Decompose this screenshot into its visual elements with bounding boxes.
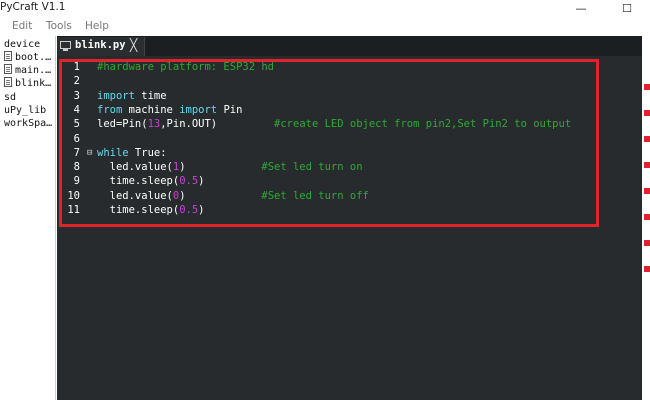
menu-edit[interactable]: Edit xyxy=(12,20,32,32)
code-token: from xyxy=(97,103,123,116)
code-text: while True: xyxy=(97,146,167,160)
code-editor[interactable]: 1 #hardware platform: ESP32 hd 2 3 import ti… xyxy=(57,56,642,400)
marker xyxy=(644,162,650,168)
marker xyxy=(644,214,650,220)
code-token: Pin xyxy=(217,103,243,116)
fold-toggle-icon[interactable]: ⊟ xyxy=(87,146,92,160)
tree-item-label: sd xyxy=(4,92,17,103)
file-icon xyxy=(4,77,12,87)
tree-item-label: workSpa… xyxy=(4,118,53,129)
code-line[interactable]: 5 led=Pin(13,Pin.OUT) #create LED object … xyxy=(57,117,637,131)
marker xyxy=(644,110,650,116)
file-tree: device boot.… main.… blink… sd uPy_lib w… xyxy=(0,36,56,400)
code-token: #hardware platform: ESP32 hd xyxy=(97,61,275,73)
tree-file-blink[interactable]: blink… xyxy=(4,77,51,90)
code-line[interactable]: 11 time.sleep(0.5) xyxy=(57,203,637,217)
tree-item-label: device xyxy=(4,39,41,50)
line-number: 9 xyxy=(73,175,80,188)
tree-item-label: blink… xyxy=(15,78,52,89)
code-line[interactable]: 6 xyxy=(57,132,637,146)
code-token: led=Pin( xyxy=(97,118,148,131)
code-line[interactable]: 2 xyxy=(57,74,637,88)
close-icon[interactable]: ╳ xyxy=(130,38,137,52)
line-number: 10 xyxy=(67,189,80,202)
tree-folder-sd[interactable]: sd xyxy=(4,91,16,104)
marker xyxy=(644,266,650,272)
code-line[interactable]: 10 led.value(0) #Set led turn off xyxy=(57,189,637,203)
code-token: True: xyxy=(128,146,167,159)
code-token: time.sleep( xyxy=(97,204,180,216)
line-number: 5 xyxy=(73,118,80,131)
tree-file-main[interactable]: main.… xyxy=(4,64,51,77)
line-number: 2 xyxy=(73,75,80,88)
code-text: #hardware platform: ESP32 hd xyxy=(97,60,274,74)
code-token: import xyxy=(97,89,135,102)
code-token: 13 xyxy=(147,118,161,131)
code-text: led=Pin(13,Pin.OUT) #create LED object f… xyxy=(97,117,571,131)
code-line[interactable]: 1 #hardware platform: ESP32 hd xyxy=(57,60,637,74)
file-icon xyxy=(4,64,12,74)
file-icon xyxy=(4,51,12,61)
code-token: time.sleep( xyxy=(97,175,180,188)
tab-blink-py[interactable]: blink.py ╳ xyxy=(57,37,145,56)
code-token: ) xyxy=(179,161,262,174)
code-line[interactable]: 4 from machine import Pin xyxy=(57,103,637,117)
code-line[interactable]: 3 import time xyxy=(57,89,637,103)
right-panel-edge xyxy=(642,36,650,400)
code-token: 0.5 xyxy=(179,204,199,216)
marker xyxy=(644,84,650,90)
code-text: import time xyxy=(97,89,167,103)
code-line[interactable]: 7 ⊟ while True: xyxy=(57,146,637,160)
tree-folder-workspace[interactable]: workSpa… xyxy=(4,117,52,130)
code-token: ) xyxy=(198,204,205,216)
code-token: #Set led turn off xyxy=(261,189,369,202)
code-text: time.sleep(0.5) xyxy=(97,174,205,188)
marker xyxy=(644,188,650,194)
title-bar: PyCraft V1.1 — ☐ xyxy=(0,0,650,18)
code-token: 0.5 xyxy=(179,175,199,188)
code-token: led.value( xyxy=(97,189,173,202)
minimize-button[interactable]: — xyxy=(566,0,596,18)
menu-tools[interactable]: Tools xyxy=(46,20,72,32)
line-number: 6 xyxy=(73,132,80,145)
code-token: ) xyxy=(198,175,205,188)
marker xyxy=(644,136,650,142)
maximize-button[interactable]: ☐ xyxy=(612,0,642,18)
tree-file-boot[interactable]: boot.… xyxy=(4,51,51,64)
code-token: import xyxy=(179,103,218,116)
code-token: time xyxy=(134,89,167,102)
tab-label: blink.py xyxy=(75,39,126,51)
code-text: time.sleep(0.5) xyxy=(97,203,205,217)
tree-item-label: uPy_lib xyxy=(4,105,47,116)
code-token: #create LED object from pin2,Set Pin2 to… xyxy=(274,118,572,131)
code-line[interactable]: 9 time.sleep(0.5) xyxy=(57,174,637,188)
line-number: 8 xyxy=(73,161,80,174)
code-token: led.value( xyxy=(97,161,173,174)
code-line[interactable]: 8 led.value(1) #Set led turn on xyxy=(57,160,637,174)
monitor-icon xyxy=(60,41,71,51)
line-number: 3 xyxy=(73,89,80,102)
code-text: from machine import Pin xyxy=(97,103,242,117)
code-text: led.value(0) #Set led turn off xyxy=(97,189,369,203)
line-number: 4 xyxy=(73,103,80,116)
tree-folder-upy-lib[interactable]: uPy_lib xyxy=(4,104,46,117)
tree-item-label: boot.… xyxy=(15,52,52,63)
code-token: ,Pin.OUT) xyxy=(160,118,275,131)
code-token: while xyxy=(97,146,129,159)
line-number: 1 xyxy=(73,61,80,73)
menu-bar: Edit Tools Help xyxy=(0,18,650,36)
menu-help[interactable]: Help xyxy=(85,20,109,32)
editor-tab-bar: blink.py ╳ xyxy=(57,36,642,56)
code-text: led.value(1) #Set led turn on xyxy=(97,160,363,174)
tree-folder-device[interactable]: device xyxy=(4,38,40,51)
line-number: 7 xyxy=(73,146,80,159)
code-token: machine xyxy=(122,103,180,116)
marker xyxy=(644,240,650,246)
code-token: ) xyxy=(179,189,262,202)
line-number: 11 xyxy=(67,204,80,216)
code-token: #Set led turn on xyxy=(261,161,363,174)
tree-item-label: main.… xyxy=(15,65,52,76)
app-title: PyCraft V1.1 xyxy=(0,1,66,13)
